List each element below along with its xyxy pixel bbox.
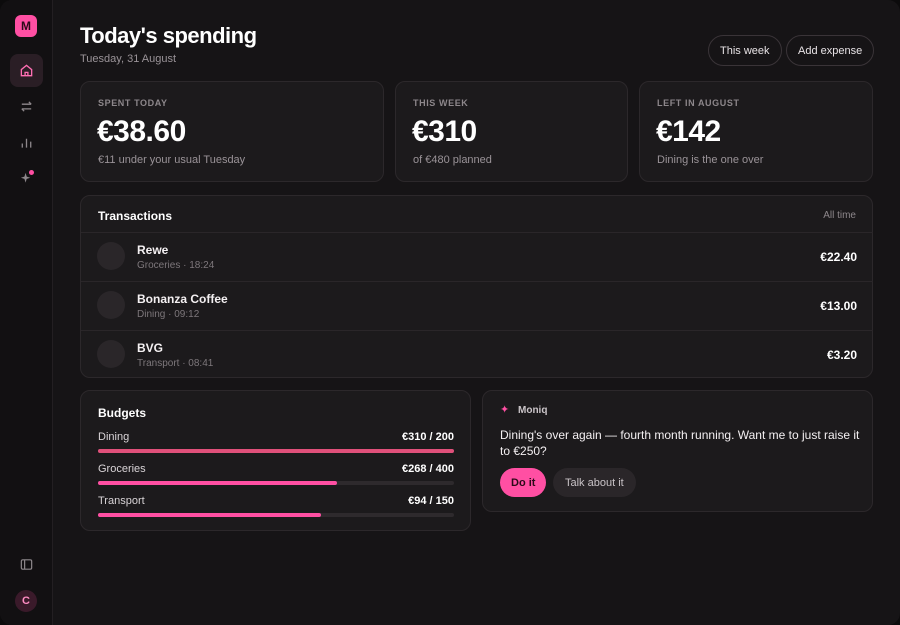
stat-value: €310 [412, 115, 477, 148]
transaction-meta: Groceries · 18:24 [137, 260, 215, 271]
home-icon [20, 64, 33, 77]
merchant-avatar [97, 242, 125, 270]
merchant-name: Rewe [137, 243, 169, 257]
transfer-icon [21, 101, 32, 112]
transaction-row[interactable]: BVG Transport · 08:41 €3.20 [81, 330, 873, 379]
budget-value: €94 / 150 [408, 495, 454, 507]
chart-icon [21, 138, 32, 148]
stat-value: €38.60 [97, 115, 186, 148]
merchant-name: BVG [137, 341, 164, 355]
merchant-avatar [97, 340, 125, 368]
nav-insights[interactable] [10, 126, 43, 159]
transaction-amount: €13.00 [820, 299, 857, 313]
budget-name: Dining [98, 431, 130, 443]
transaction-amount: €3.20 [826, 348, 857, 362]
budget-name: Transport [98, 495, 145, 507]
stat-card-week: THIS WEEK €310 of €480 planned [395, 81, 628, 182]
nav-home[interactable] [10, 54, 43, 87]
sparkle-icon: ✦ [500, 404, 510, 416]
budget-fill [98, 449, 454, 453]
assistant-name: Moniq [518, 405, 548, 416]
app-window: M C Today's spending Tuesday, 31 August … [0, 0, 900, 625]
talk-about-it-button[interactable]: Talk about it [553, 468, 636, 497]
nav-assistant[interactable] [10, 161, 43, 194]
assistant-message: Dining's over again — fourth month runni… [500, 428, 860, 458]
add-expense-button[interactable]: Add expense [786, 35, 875, 66]
panel-icon [20, 559, 33, 570]
stat-note: €11 under your usual Tuesday [98, 154, 246, 166]
transaction-meta: Transport · 08:41 [137, 358, 214, 369]
budgets-title: Budgets [98, 406, 146, 420]
app-logo[interactable]: M [15, 15, 37, 37]
transactions-title: Transactions [98, 209, 173, 223]
budget-track [98, 481, 454, 485]
transaction-row[interactable]: Rewe Groceries · 18:24 €22.40 [81, 232, 873, 281]
stat-note: Dining is the one over [657, 154, 764, 166]
main-content: Today's spending Tuesday, 31 August This… [53, 0, 900, 625]
budgets-card: Budgets Dining €310 / 200 Groceries €268… [80, 390, 471, 531]
transaction-amount: €22.40 [820, 250, 857, 264]
nav-transactions[interactable] [10, 90, 43, 123]
stat-card-month: LEFT IN AUGUST €142 Dining is the one ov… [639, 81, 873, 182]
assistant-card: ✦ Moniq Dining's over again — fourth mon… [482, 390, 873, 512]
budget-value: €310 / 200 [402, 431, 454, 443]
notification-dot [29, 170, 34, 175]
stat-value: €142 [656, 115, 721, 148]
transaction-meta: Dining · 09:12 [137, 309, 200, 320]
stat-label: THIS WEEK [413, 98, 469, 108]
transactions-card: Transactions All time Rewe Groceries · 1… [80, 195, 873, 378]
toggle-sidebar-button[interactable] [10, 548, 43, 581]
transactions-filter[interactable]: All time [823, 210, 856, 221]
page-date: Tuesday, 31 August [80, 53, 177, 65]
budget-name: Groceries [98, 463, 146, 475]
budget-value: €268 / 400 [402, 463, 454, 475]
stat-note: of €480 planned [413, 154, 492, 166]
sidebar: M C [0, 0, 53, 625]
stat-card-today: SPENT TODAY €38.60 €11 under your usual … [80, 81, 384, 182]
stat-label: SPENT TODAY [98, 98, 168, 108]
user-avatar[interactable]: C [15, 590, 37, 612]
do-it-button[interactable]: Do it [500, 468, 547, 497]
budget-track [98, 513, 454, 517]
merchant-name: Bonanza Coffee [137, 292, 228, 306]
stat-label: LEFT IN AUGUST [657, 98, 740, 108]
budget-fill [98, 513, 322, 517]
page-title: Today's spending [80, 23, 257, 48]
range-button[interactable]: This week [708, 35, 782, 66]
budget-track [98, 449, 454, 453]
merchant-avatar [97, 291, 125, 319]
budget-fill [98, 481, 337, 485]
transaction-row[interactable]: Bonanza Coffee Dining · 09:12 €13.00 [81, 281, 873, 330]
